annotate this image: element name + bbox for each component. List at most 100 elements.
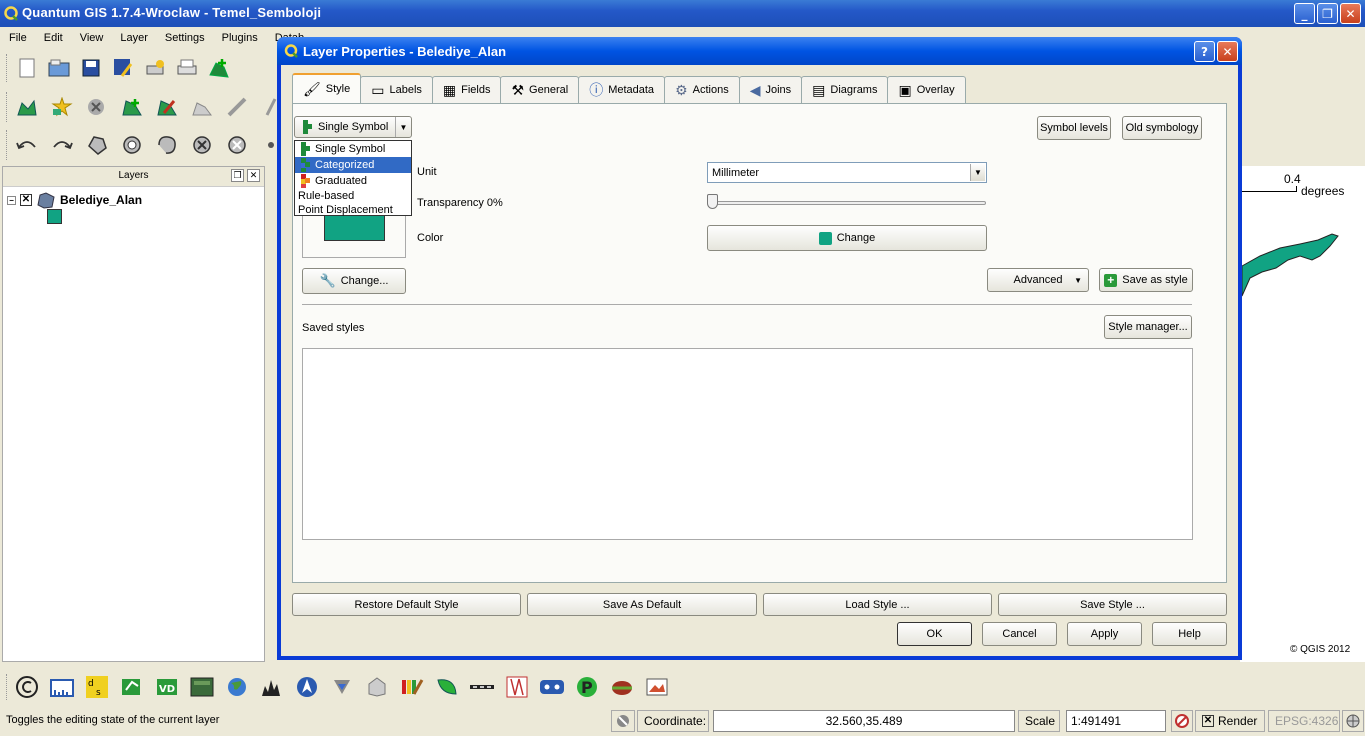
style-manager-button[interactable]: Style manager... <box>1104 315 1192 339</box>
symbol-levels-button[interactable]: Symbol levels <box>1037 116 1111 140</box>
python-icon[interactable] <box>539 674 565 700</box>
raster-terrain-icon[interactable] <box>399 674 425 700</box>
globe-icon[interactable] <box>224 674 250 700</box>
render-checkbox[interactable]: ✕ <box>1202 715 1214 727</box>
save-as-style-button[interactable]: + Save as style <box>1099 268 1193 292</box>
cancel-button[interactable]: Cancel <box>982 622 1057 646</box>
old-symbology-button[interactable]: Old symbology <box>1122 116 1202 140</box>
simplify-feature-icon[interactable] <box>84 132 110 158</box>
tab-joins[interactable]: ◀ Joins <box>738 76 803 103</box>
menu-plugins[interactable]: Plugins <box>213 32 266 44</box>
renderer-option-single-symbol[interactable]: Single Symbol <box>295 141 411 157</box>
d2s-icon[interactable]: ds <box>84 674 110 700</box>
tab-labels[interactable]: ▭ Labels <box>360 76 433 103</box>
scale-field[interactable]: 1:491491 <box>1066 710 1166 732</box>
tab-style[interactable]: 🖌 Style <box>292 73 362 103</box>
coordinate-toggle-icon[interactable] <box>611 710 635 732</box>
add-ring-icon[interactable] <box>119 132 145 158</box>
renderer-option-categorized[interactable]: Categorized <box>295 157 411 173</box>
open-project-icon[interactable] <box>46 55 72 81</box>
saved-styles-list[interactable] <box>302 348 1193 540</box>
renderer-option-graduated[interactable]: Graduated <box>295 173 411 189</box>
interpolation-icon[interactable]: VD <box>154 674 180 700</box>
copyright-label-icon[interactable] <box>14 674 40 700</box>
spatial-query-icon[interactable] <box>504 674 530 700</box>
tab-diagrams[interactable]: ▤ Diagrams <box>801 76 889 103</box>
load-style-button[interactable]: Load Style ... <box>763 593 992 616</box>
save-project-icon[interactable] <box>78 55 104 81</box>
restore-button[interactable]: ❐ <box>1317 3 1338 24</box>
help-button[interactable]: Help <box>1152 622 1227 646</box>
renderer-option-point-displacement[interactable]: Point Displacement <box>295 203 411 217</box>
plugin-icon[interactable]: P <box>574 674 600 700</box>
unit-combo[interactable]: Millimeter ▼ <box>707 162 987 183</box>
grass-icon[interactable] <box>189 674 215 700</box>
map-canvas[interactable]: 0.4 degrees <box>1240 166 1365 662</box>
gps-icon[interactable] <box>329 674 355 700</box>
menu-edit[interactable]: Edit <box>35 32 71 44</box>
close-panel-icon[interactable]: ✕ <box>247 169 260 182</box>
dialog-close-button[interactable]: ✕ <box>1217 41 1238 62</box>
tab-actions[interactable]: ⚙ Actions <box>664 76 740 103</box>
mapserver-icon[interactable] <box>609 674 635 700</box>
transparency-slider-track[interactable] <box>707 201 986 205</box>
print-composer-icon[interactable] <box>142 55 168 81</box>
save-style-button[interactable]: Save Style ... <box>998 593 1227 616</box>
remove-layer-icon[interactable] <box>84 94 110 120</box>
3d-icon[interactable] <box>364 674 390 700</box>
renderer-combo[interactable]: Single Symbol ▼ <box>294 116 412 138</box>
close-button[interactable]: ✕ <box>1340 3 1361 24</box>
menu-file[interactable]: File <box>0 32 35 44</box>
capture-polygon-icon[interactable] <box>189 94 215 120</box>
save-as-default-button[interactable]: Save As Default <box>527 593 757 616</box>
add-raster-layer-icon[interactable] <box>49 94 75 120</box>
color-change-button[interactable]: Change <box>707 225 987 251</box>
renderer-option-rule-based[interactable]: Rule-based <box>295 189 411 203</box>
new-project-icon[interactable] <box>14 55 40 81</box>
redo-icon[interactable] <box>49 132 75 158</box>
save-as-icon[interactable] <box>110 55 136 81</box>
north-arrow-icon[interactable] <box>294 674 320 700</box>
crs-label[interactable]: EPSG:4326 <box>1268 710 1340 732</box>
undo-icon[interactable] <box>14 132 40 158</box>
menu-layer[interactable]: Layer <box>111 32 156 44</box>
tab-general[interactable]: ⚒ General <box>500 76 580 103</box>
delete-ring-icon[interactable] <box>189 132 215 158</box>
restore-default-style-button[interactable]: Restore Default Style <box>292 593 521 616</box>
change-symbol-button[interactable]: 🔧 Change... <box>302 268 406 294</box>
print-icon[interactable] <box>174 55 200 81</box>
edit-icon[interactable] <box>154 94 180 120</box>
layer-visibility-checkbox[interactable]: ✕ <box>20 194 32 206</box>
advanced-button[interactable]: Advanced ▼ <box>987 268 1089 292</box>
leaf-icon[interactable] <box>434 674 460 700</box>
histogram-icon[interactable] <box>259 674 285 700</box>
scale-bar-icon[interactable] <box>49 674 75 700</box>
menu-view[interactable]: View <box>71 32 112 44</box>
minimize-button[interactable]: _ <box>1294 3 1315 24</box>
digitize-icon[interactable] <box>119 94 145 120</box>
add-part-icon[interactable] <box>154 132 180 158</box>
layer-item[interactable]: − ✕ Belediye_Alan <box>7 191 142 209</box>
stop-render-icon[interactable] <box>1171 710 1193 732</box>
crs-status-icon[interactable] <box>1342 710 1364 732</box>
transparency-slider-handle[interactable] <box>707 194 718 209</box>
delete-part-icon[interactable] <box>224 132 250 158</box>
chevron-down-icon[interactable]: ▼ <box>970 164 985 181</box>
apply-button[interactable]: Apply <box>1067 622 1142 646</box>
collapse-icon[interactable]: − <box>7 195 16 205</box>
menu-settings[interactable]: Settings <box>156 32 213 44</box>
georeferencer-icon[interactable] <box>119 674 145 700</box>
tab-overlay[interactable]: ▣ Overlay <box>887 76 966 103</box>
coordinate-field[interactable]: 32.560,35.489 <box>713 710 1015 732</box>
road-graph-icon[interactable] <box>469 674 495 700</box>
measure-icon[interactable] <box>224 94 250 120</box>
image-export-icon[interactable] <box>644 674 670 700</box>
chevron-down-icon[interactable]: ▼ <box>395 117 411 137</box>
tab-metadata[interactable]: ⓘ Metadata <box>578 76 666 103</box>
dialog-help-button[interactable]: ? <box>1194 41 1215 62</box>
float-panel-icon[interactable]: ❐ <box>231 169 244 182</box>
add-feature-icon[interactable] <box>206 55 232 81</box>
add-vector-layer-icon[interactable] <box>14 94 40 120</box>
tab-fields[interactable]: ▦ Fields <box>431 76 502 103</box>
ok-button[interactable]: OK <box>897 622 972 646</box>
